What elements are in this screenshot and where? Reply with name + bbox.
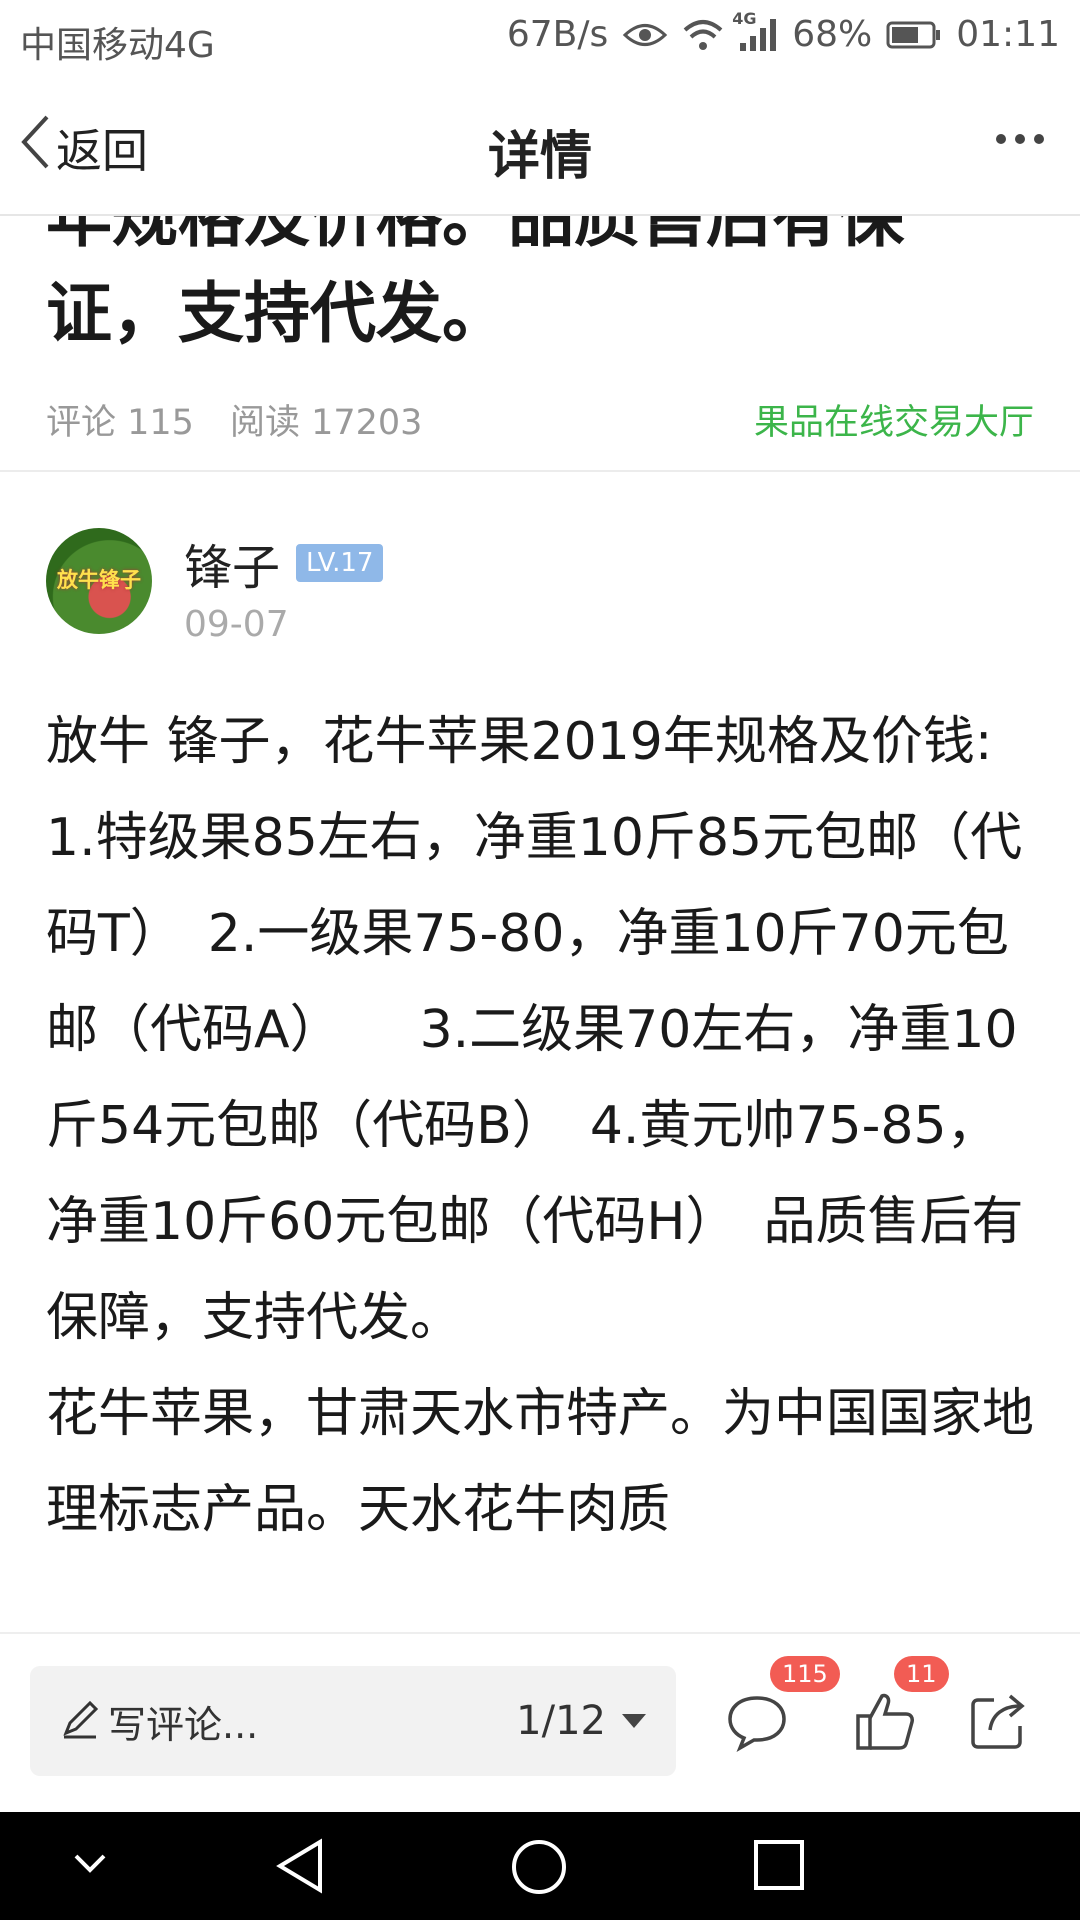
recents-square-icon[interactable] (752, 1838, 806, 1896)
network-speed: 67B/s (506, 14, 609, 55)
bottom-action-bar: 写评论... 1/12 115 11 (0, 1632, 1080, 1812)
back-triangle-icon[interactable] (272, 1838, 328, 1898)
status-indicators: 67B/s 4G 68% 01:11 (506, 9, 1060, 56)
author-name[interactable]: 锋子 (184, 528, 280, 598)
author-header: 放牛锋子 锋子 LV.17 09-07 (46, 528, 384, 645)
divider (0, 470, 1080, 472)
body-paragraph: 花牛苹果，甘肃天水市特产。为中国国家地理标志产品。天水花牛肉质 (46, 1384, 1035, 1540)
battery-percent: 68% (792, 14, 873, 55)
network-type-label: 4G (732, 8, 757, 28)
body-paragraph: 放牛 锋子，花牛苹果2019年规格及价钱: 1.特级果85左右，净重10斤85元… (46, 712, 1080, 1348)
chevron-down-icon[interactable] (72, 1852, 108, 1880)
eye-icon (622, 18, 668, 52)
carrier-label: 中国移动4G (20, 25, 215, 66)
read-count-label: 阅读 17203 (229, 403, 423, 443)
like-count-badge: 11 (894, 1656, 949, 1692)
comments-button[interactable]: 115 (722, 1656, 840, 1756)
write-comment-input[interactable]: 写评论... 1/12 (30, 1666, 676, 1776)
thumbs-up-icon (850, 1693, 920, 1760)
speech-bubble-icon (722, 1696, 792, 1760)
page-title: 详情 (487, 127, 592, 187)
page-selector[interactable]: 1/12 (516, 1698, 646, 1744)
channel-link[interactable]: 果品在线交易大厅 (754, 394, 1034, 445)
article-meta: 评论 115 阅读 17203 果品在线交易大厅 (46, 394, 1034, 445)
signal-icon: 4G (732, 9, 778, 53)
avatar-text: 放牛锋子 (57, 568, 141, 592)
like-button[interactable]: 11 (850, 1656, 949, 1756)
share-button[interactable] (964, 1686, 1034, 1756)
comment-placeholder: 写评论... (108, 1702, 259, 1747)
comment-count-badge: 115 (770, 1656, 840, 1692)
pencil-icon (60, 1699, 100, 1743)
home-circle-icon[interactable] (510, 1838, 568, 1900)
article-title-line: 年规格及价格。品质售后有保 (46, 216, 904, 256)
wifi-icon (682, 18, 724, 52)
article-title: 年规格及价格。品质售后有保 证，支持代发。 (46, 216, 1036, 362)
page-indicator-label: 1/12 (516, 1698, 606, 1744)
level-badge: LV.17 (296, 544, 384, 582)
navigation-bar: 返回 详情 (0, 78, 1080, 216)
more-dots-icon (996, 134, 1006, 144)
battery-icon (886, 20, 942, 50)
share-icon (964, 1694, 1034, 1760)
avatar[interactable]: 放牛锋子 (46, 528, 152, 634)
more-options-button[interactable] (996, 134, 1044, 144)
clock: 01:11 (956, 14, 1060, 55)
triangle-down-icon (622, 1714, 646, 1728)
status-bar: 中国移动4G 67B/s 4G 68% 01:11 (0, 0, 1080, 78)
article-content[interactable]: 年规格及价格。品质售后有保 证，支持代发。 评论 115 阅读 17203 果品… (0, 216, 1080, 1632)
comment-count-label: 评论 115 (46, 403, 194, 443)
article-body: 放牛 锋子，花牛苹果2019年规格及价钱: 1.特级果85左右，净重10斤85元… (46, 694, 1080, 1558)
article-title-line: 证，支持代发。 (46, 275, 508, 352)
system-navigation-bar (0, 1812, 1080, 1920)
post-date: 09-07 (184, 604, 289, 645)
author-info: 锋子 LV.17 09-07 (184, 528, 384, 645)
